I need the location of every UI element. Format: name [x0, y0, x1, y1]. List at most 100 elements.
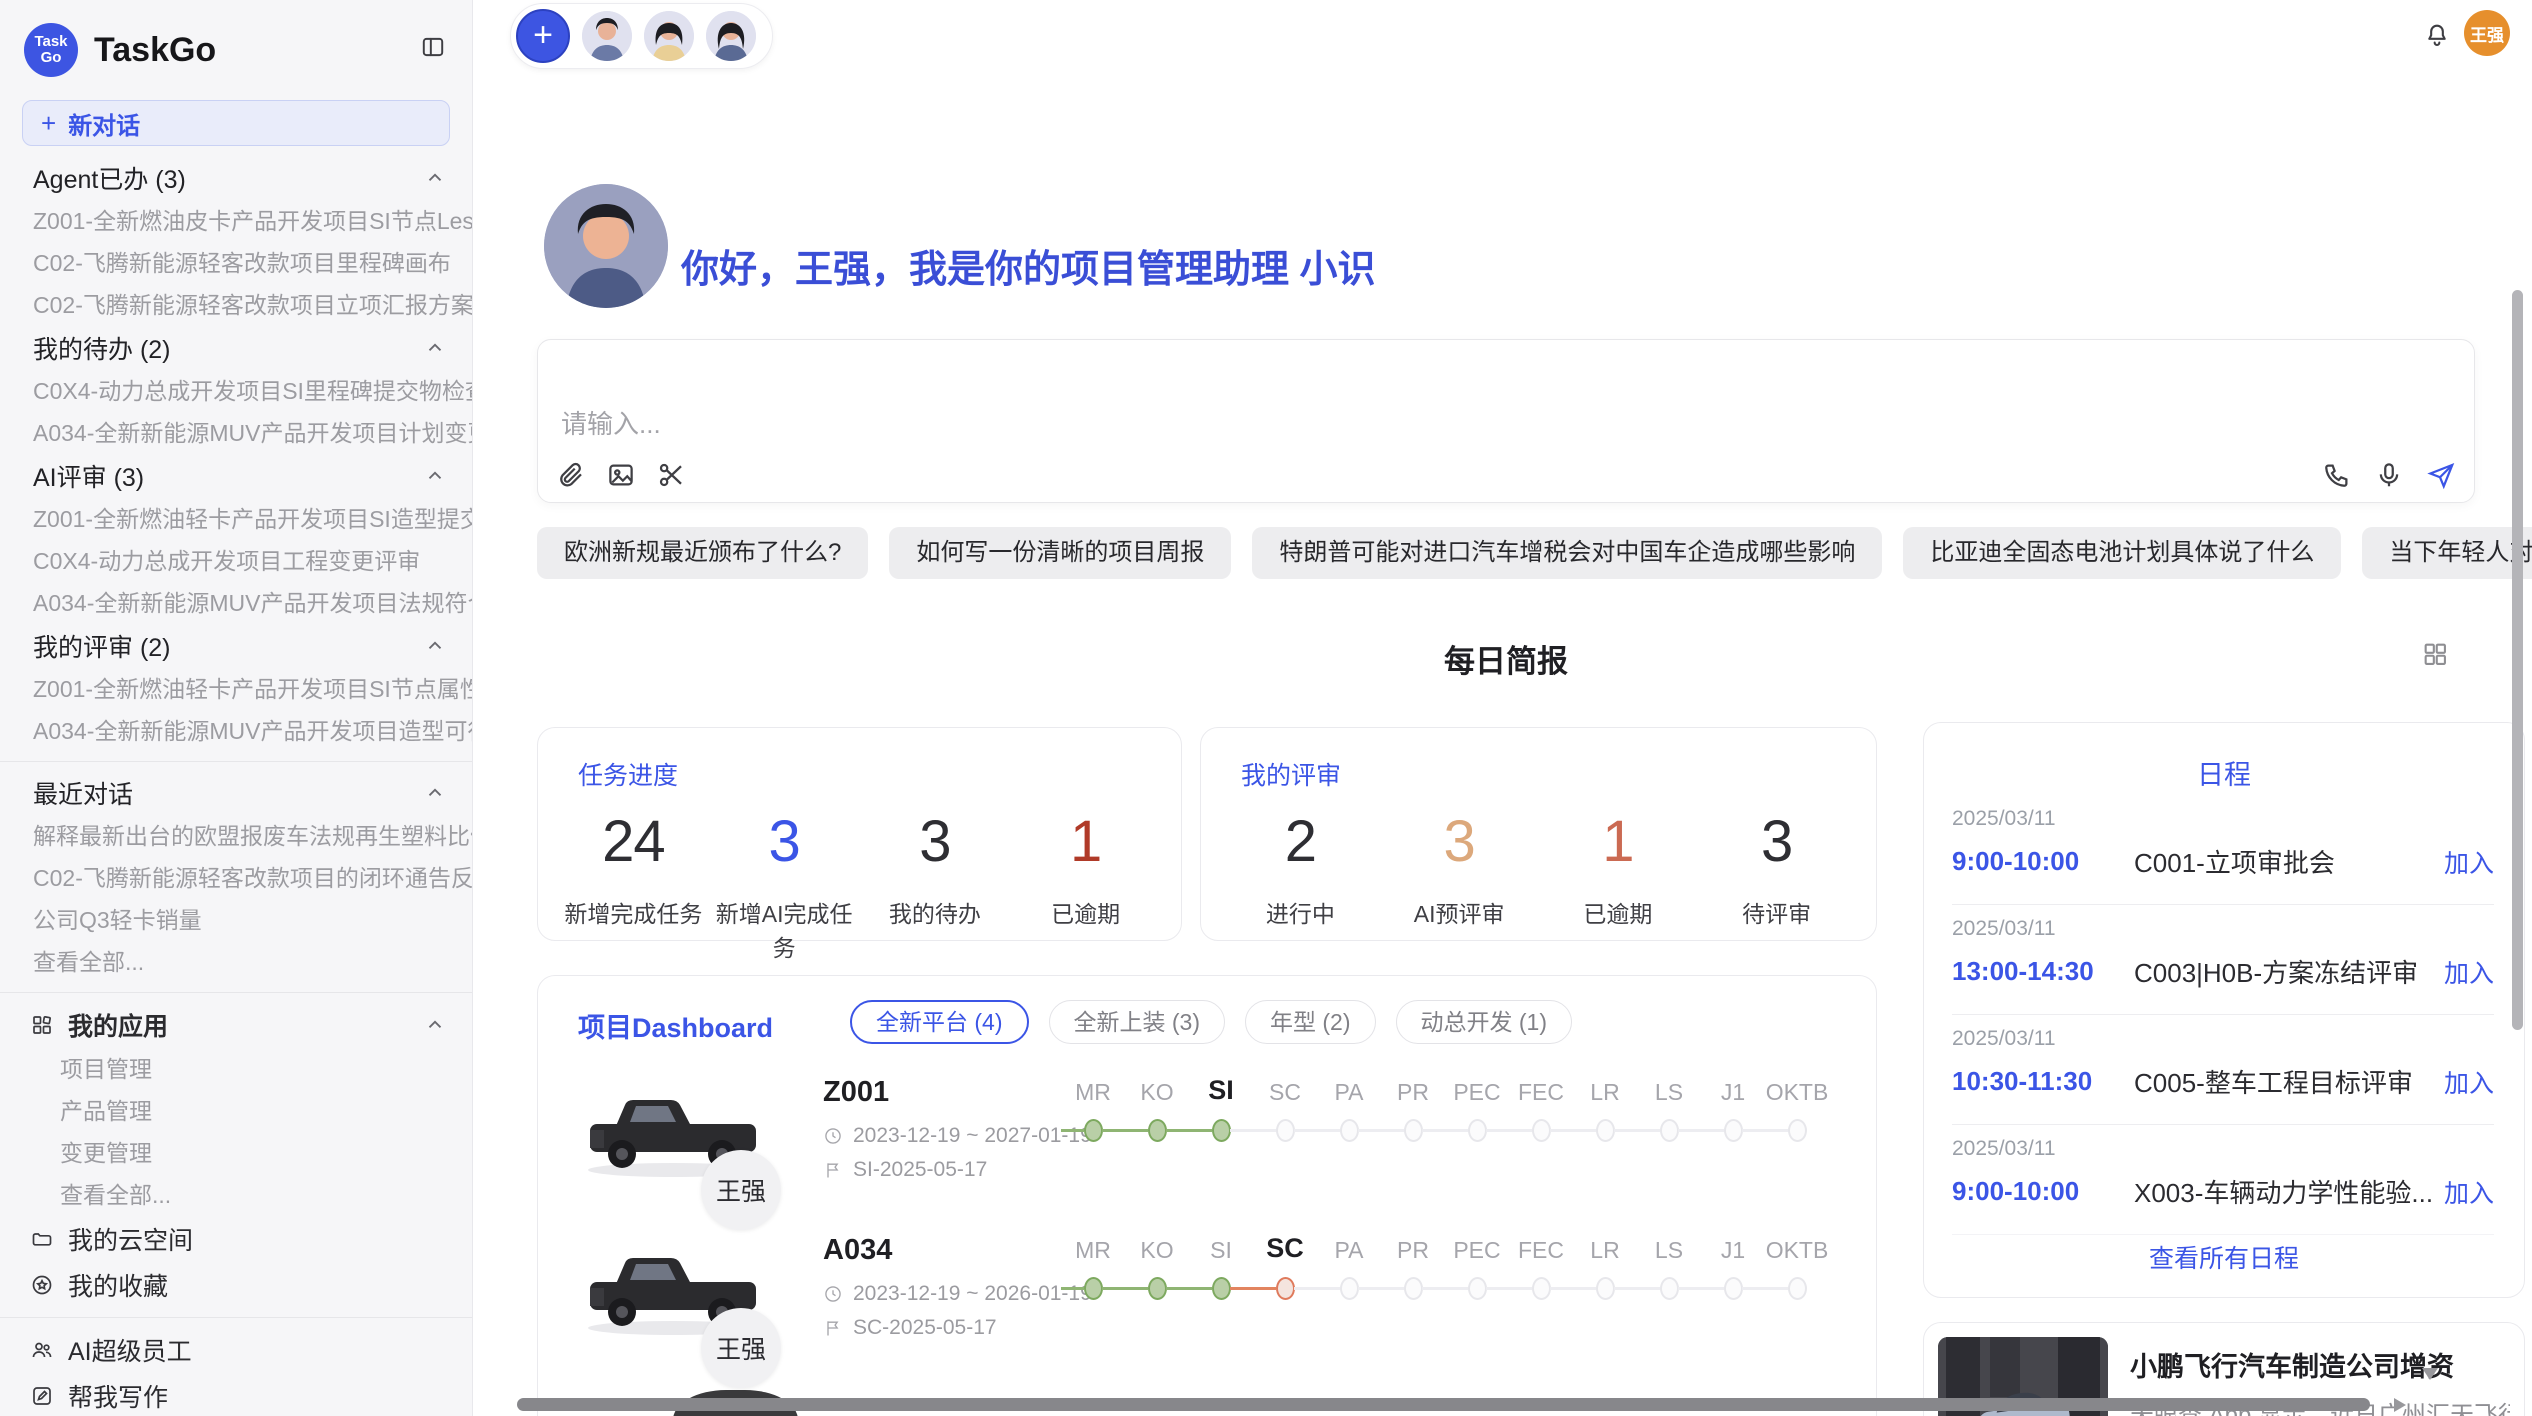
- notification-bell-icon[interactable]: [2423, 21, 2451, 49]
- sidebar-header: Task Go TaskGo: [0, 0, 472, 80]
- suggestion-chip[interactable]: 比亚迪全固态电池计划具体说了什么: [1903, 527, 2341, 579]
- sidebar-section: Agent已办 (3)Z001-全新燃油皮卡产品开发项目SI节点Lesson L…: [0, 156, 472, 326]
- stat-value: 24: [558, 808, 709, 875]
- milestone-label: KO: [1125, 1079, 1189, 1106]
- section-title: AI评审 (3): [33, 458, 144, 494]
- milestone-label: SC: [1253, 1079, 1317, 1106]
- collapse-sidebar-icon[interactable]: [420, 34, 446, 60]
- sidebar-task-sections: Agent已办 (3)Z001-全新燃油皮卡产品开发项目SI节点Lesson L…: [0, 156, 472, 752]
- sidebar-task-item[interactable]: A034-全新新能源MUV产品开发项目计划变更表编写: [0, 412, 472, 454]
- task-progress-card: 任务进度 24新增完成任务3新增AI完成任务3我的待办1已逾期: [537, 727, 1182, 941]
- join-event-link[interactable]: 加入: [2444, 1064, 2494, 1100]
- sidebar-section-header[interactable]: 我的待办 (2): [0, 326, 472, 370]
- recent-section-header[interactable]: 最近对话: [0, 771, 472, 815]
- layout-grid-icon[interactable]: [2421, 640, 2449, 668]
- scroll-down-arrow[interactable]: [2422, 1368, 2438, 1380]
- milestone-dot: [1212, 1119, 1231, 1142]
- stat-value: 3: [709, 808, 860, 875]
- sidebar-item-ai-employee[interactable]: AI超级员工: [0, 1327, 472, 1373]
- join-event-link[interactable]: 加入: [2444, 1174, 2494, 1210]
- event-time: 9:00-10:00: [1952, 846, 2134, 877]
- vertical-scrollbar[interactable]: [2512, 290, 2523, 1030]
- add-agent-button[interactable]: +: [516, 9, 570, 63]
- project-row[interactable]: 王强Z0012023-12-19 ~ 2027-01-19SI-2025-05-…: [538, 1072, 1876, 1228]
- suggestion-chips: 欧洲新规最近颁布了什么? 如何写一份清晰的项目周报特朗普可能对进口汽车增税会对中国…: [537, 527, 2532, 579]
- apps-view-all[interactable]: 查看全部...: [0, 1174, 472, 1216]
- milestone-label: PEC: [1445, 1237, 1509, 1264]
- news-title: 小鹏飞行汽车制造公司增资: [2130, 1345, 2454, 1384]
- stat-label: 新增AI完成任务: [709, 895, 860, 963]
- sidebar-section-header[interactable]: Agent已办 (3): [0, 156, 472, 200]
- app-items: 项目管理产品管理变更管理: [0, 1048, 472, 1174]
- join-event-link[interactable]: 加入: [2444, 954, 2494, 990]
- main-area: + 王强 你好，王强，我是你的项目管理助理 小识 请输入...: [473, 0, 2532, 1416]
- microphone-icon[interactable]: [2374, 460, 2404, 490]
- view-all-schedule-link[interactable]: 查看所有日程: [1924, 1239, 2524, 1275]
- stat-label: 待评审: [1697, 895, 1856, 929]
- new-chat-button[interactable]: + 新对话: [22, 100, 450, 146]
- app-item[interactable]: 项目管理: [0, 1048, 472, 1090]
- flag-icon: [823, 1318, 843, 1338]
- dashboard-filter-chip[interactable]: 全新上装 (3): [1049, 1000, 1226, 1044]
- sidebar-task-item[interactable]: Z001-全新燃油皮卡产品开发项目SI节点Lesson Learn报告: [0, 200, 472, 242]
- milestone-label: PA: [1317, 1237, 1381, 1264]
- my-apps-label: 我的应用: [68, 1007, 168, 1043]
- dashboard-filter-chip[interactable]: 动总开发 (1): [1396, 1000, 1573, 1044]
- section-title: 最近对话: [33, 775, 133, 811]
- project-row[interactable]: 王强A0342023-12-19 ~ 2026-01-19SC-2025-05-…: [538, 1230, 1876, 1386]
- phone-icon[interactable]: [2322, 460, 2352, 490]
- sidebar-item-favorites[interactable]: 我的收藏: [0, 1262, 472, 1308]
- agent-avatar-1[interactable]: [582, 11, 632, 61]
- sidebar-task-item[interactable]: Z001-全新燃油轻卡产品开发项目SI节点属性5D文件评审: [0, 668, 472, 710]
- suggestion-chip[interactable]: 如何写一份清晰的项目周报: [889, 527, 1231, 579]
- send-icon[interactable]: [2426, 460, 2456, 490]
- sidebar-task-item[interactable]: A034-全新新能源MUV产品开发项目造型可行性评审: [0, 710, 472, 752]
- sidebar-task-item[interactable]: C0X4-动力总成开发项目工程变更评审: [0, 540, 472, 582]
- dashboard-filter-chip[interactable]: 年型 (2): [1245, 1000, 1376, 1044]
- project-flag-milestone: SI-2025-05-17: [823, 1158, 987, 1182]
- attachment-icon[interactable]: [556, 460, 586, 490]
- join-event-link[interactable]: 加入: [2444, 844, 2494, 880]
- scissors-icon[interactable]: [656, 460, 686, 490]
- suggestion-chip[interactable]: 欧洲新规最近颁布了什么?: [537, 527, 868, 579]
- milestone-label: SI: [1189, 1237, 1253, 1264]
- app-item[interactable]: 产品管理: [0, 1090, 472, 1132]
- app-title: TaskGo: [94, 31, 216, 70]
- stat-item: 1已逾期: [1539, 808, 1698, 929]
- sidebar-section-header[interactable]: AI评审 (3): [0, 454, 472, 498]
- event-title: C005-整车工程目标评审: [2134, 1063, 2434, 1100]
- sidebar-task-item[interactable]: Z001-全新燃油轻卡产品开发项目SI造型提交物评审: [0, 498, 472, 540]
- dashboard-title: 项目Dashboard: [578, 1006, 773, 1045]
- agent-avatar-2[interactable]: [644, 11, 694, 61]
- user-avatar[interactable]: 王强: [2464, 10, 2510, 56]
- sidebar-item-cloud-space[interactable]: 我的云空间: [0, 1216, 472, 1262]
- milestone-timeline: MRKOSISCPAPRPECFECLRLSJ1OKTB: [1061, 1072, 1833, 1144]
- event-time: 9:00-10:00: [1952, 1176, 2134, 1207]
- sidebar-task-item[interactable]: A034-全新新能源MUV产品开发项目法规符合性评审: [0, 582, 472, 624]
- suggestion-chip[interactable]: 当下年轻人对汽车外观有怎样的喜好趋势: [2362, 527, 2532, 579]
- card-title: 任务进度: [578, 756, 678, 792]
- agent-avatar-3[interactable]: [706, 11, 756, 61]
- schedule-card: 日程 2025/03/119:00-10:00C001-立项审批会加入2025/…: [1923, 722, 2525, 1298]
- recent-chat-item[interactable]: C02-飞腾新能源轻客改款项目的闭环通告反馈情况: [0, 857, 472, 899]
- scroll-right-arrow[interactable]: [2394, 1398, 2406, 1412]
- sidebar-section-header[interactable]: 我的评审 (2): [0, 624, 472, 668]
- suggestion-chip[interactable]: 特朗普可能对进口汽车增税会对中国车企造成哪些影响: [1252, 527, 1882, 579]
- horizontal-scrollbar[interactable]: [517, 1398, 2370, 1411]
- sidebar-section: 我的评审 (2)Z001-全新燃油轻卡产品开发项目SI节点属性5D文件评审A03…: [0, 624, 472, 752]
- milestone-dot: [1276, 1277, 1295, 1300]
- recent-chat-item[interactable]: 公司Q3轻卡销量: [0, 899, 472, 941]
- sidebar-task-item[interactable]: C0X4-动力总成开发项目SI里程碑提交物检查: [0, 370, 472, 412]
- recent-chat-item[interactable]: 解释最新出台的欧盟报废车法规再生塑料比例被调至15%: [0, 815, 472, 857]
- recent-view-all[interactable]: 查看全部...: [0, 941, 472, 983]
- image-icon[interactable]: [606, 460, 636, 490]
- chat-composer[interactable]: 请输入...: [537, 339, 2475, 503]
- sidebar-task-item[interactable]: C02-飞腾新能源轻客改款项目里程碑画布: [0, 242, 472, 284]
- stat-item: 2进行中: [1221, 808, 1380, 929]
- sidebar-item-my-apps[interactable]: 我的应用: [0, 1002, 472, 1048]
- divider: [0, 992, 472, 993]
- dashboard-filter-chip[interactable]: 全新平台 (4): [850, 1000, 1029, 1044]
- sidebar-task-item[interactable]: C02-飞腾新能源轻客改款项目立项汇报方案: [0, 284, 472, 326]
- sidebar-item-help-write[interactable]: 帮我写作: [0, 1373, 472, 1416]
- app-item[interactable]: 变更管理: [0, 1132, 472, 1174]
